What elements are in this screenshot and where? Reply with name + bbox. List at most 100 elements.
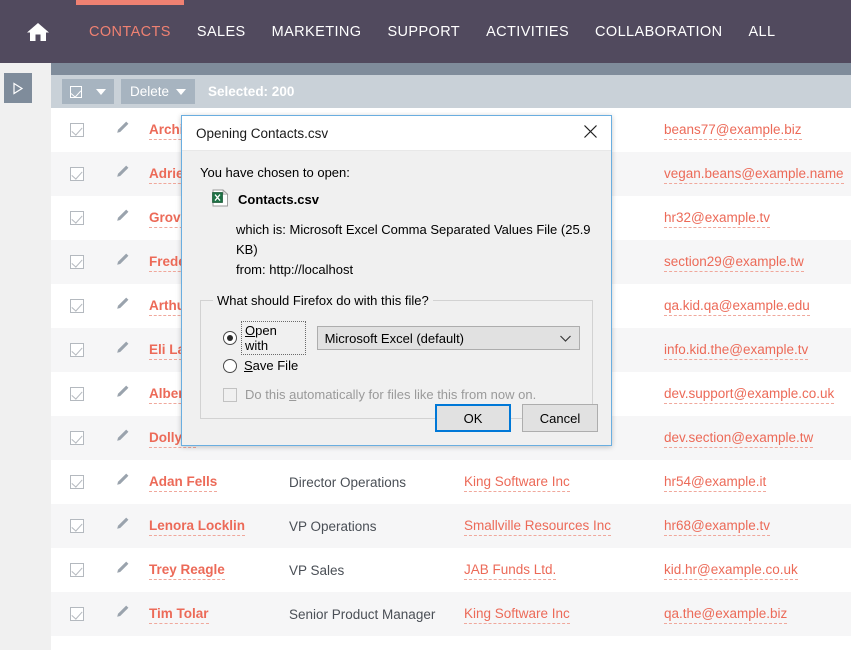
pencil-icon[interactable]	[115, 296, 130, 316]
row-edit-cell[interactable]	[103, 428, 141, 448]
pencil-icon[interactable]	[115, 560, 130, 580]
row-select-cell[interactable]	[51, 563, 103, 577]
row-select-cell[interactable]	[51, 343, 103, 357]
row-company-cell: Smallville Resources Inc	[464, 517, 664, 536]
row-select-cell[interactable]	[51, 475, 103, 489]
pencil-icon[interactable]	[115, 472, 130, 492]
row-select-cell[interactable]	[51, 431, 103, 445]
checkbox-checked-icon[interactable]	[70, 607, 84, 621]
checkbox-checked-icon[interactable]	[70, 255, 84, 269]
top-navigation-bar: CONTACTS SALES MARKETING SUPPORT ACTIVIT…	[0, 0, 851, 63]
pencil-icon[interactable]	[115, 252, 130, 272]
pencil-icon[interactable]	[115, 340, 130, 360]
pencil-icon[interactable]	[115, 604, 130, 624]
auto-handle-label[interactable]: Do this automatically for files like thi…	[245, 387, 536, 402]
nav-item-support[interactable]: SUPPORT	[374, 0, 473, 63]
contact-name-link[interactable]: Tim Tolar	[149, 606, 209, 624]
email-link[interactable]: hr32@example.tv	[664, 210, 771, 228]
table-row[interactable]: Adan Fells Director Operations King Soft…	[51, 460, 851, 504]
row-select-cell[interactable]	[51, 607, 103, 621]
delete-button[interactable]: Delete	[121, 79, 196, 104]
pencil-icon[interactable]	[115, 120, 130, 140]
contact-name-link[interactable]: Trey Reagle	[149, 562, 225, 580]
checkbox-checked-icon[interactable]	[70, 519, 84, 533]
checkbox-checked-icon[interactable]	[70, 167, 84, 181]
select-all-button[interactable]	[62, 79, 114, 104]
row-edit-cell[interactable]	[103, 340, 141, 360]
checkbox-checked-icon[interactable]	[70, 475, 84, 489]
row-edit-cell[interactable]	[103, 384, 141, 404]
row-edit-cell[interactable]	[103, 472, 141, 492]
email-link[interactable]: qa.the@example.biz	[664, 606, 788, 624]
email-link[interactable]: beans77@example.biz	[664, 122, 802, 140]
home-button[interactable]	[0, 0, 76, 63]
auto-handle-checkbox[interactable]	[223, 387, 237, 402]
dialog-file-name: Contacts.csv	[238, 192, 319, 207]
nav-item-contacts[interactable]: CONTACTS	[76, 0, 184, 63]
open-with-radio[interactable]	[223, 331, 237, 345]
application-select[interactable]: Microsoft Excel (default)	[316, 326, 580, 350]
row-edit-cell[interactable]	[103, 516, 141, 536]
close-button[interactable]	[576, 119, 604, 147]
email-link[interactable]: hr68@example.tv	[664, 518, 771, 536]
checkbox-checked-icon[interactable]	[70, 299, 84, 313]
contact-name-link[interactable]: Lenora Locklin	[149, 518, 246, 536]
contact-name-link[interactable]: Adan Fells	[149, 474, 218, 492]
pencil-icon[interactable]	[115, 516, 130, 536]
table-row[interactable]: Trey Reagle VP Sales JAB Funds Ltd. kid.…	[51, 548, 851, 592]
pencil-icon[interactable]	[115, 384, 130, 404]
checkbox-checked-icon[interactable]	[70, 563, 84, 577]
nav-item-collaboration[interactable]: COLLABORATION	[582, 0, 735, 63]
ok-button[interactable]: OK	[435, 404, 511, 432]
row-edit-cell[interactable]	[103, 208, 141, 228]
checkbox-checked-icon[interactable]	[70, 211, 84, 225]
row-edit-cell[interactable]	[103, 120, 141, 140]
email-link[interactable]: qa.kid.qa@example.edu	[664, 298, 810, 316]
row-email-cell: hr54@example.it	[664, 473, 844, 492]
row-select-cell[interactable]	[51, 255, 103, 269]
email-link[interactable]: vegan.beans@example.name	[664, 166, 844, 184]
save-file-label[interactable]: Save File	[244, 358, 298, 373]
row-select-cell[interactable]	[51, 387, 103, 401]
table-row[interactable]: Lenora Locklin VP Operations Smallville …	[51, 504, 851, 548]
email-link[interactable]: kid.hr@example.co.uk	[664, 562, 798, 580]
checkbox-checked-icon[interactable]	[70, 387, 84, 401]
email-link[interactable]: hr54@example.it	[664, 474, 767, 492]
row-select-cell[interactable]	[51, 123, 103, 137]
table-row[interactable]: Tim Tolar Senior Product Manager King So…	[51, 592, 851, 636]
row-select-cell[interactable]	[51, 167, 103, 181]
row-select-cell[interactable]	[51, 519, 103, 533]
company-link[interactable]: Smallville Resources Inc	[464, 518, 612, 536]
nav-item-label: ALL	[748, 23, 776, 40]
row-edit-cell[interactable]	[103, 252, 141, 272]
cancel-button[interactable]: Cancel	[522, 404, 598, 432]
email-link[interactable]: dev.support@example.co.uk	[664, 386, 835, 404]
pencil-icon[interactable]	[115, 208, 130, 228]
open-with-label[interactable]: Open with	[241, 321, 306, 355]
nav-item-marketing[interactable]: MARKETING	[259, 0, 375, 63]
checkbox-checked-icon[interactable]	[70, 431, 84, 445]
row-edit-cell[interactable]	[103, 604, 141, 624]
nav-item-sales[interactable]: SALES	[184, 0, 259, 63]
sidebar-expand-button[interactable]	[4, 73, 32, 103]
pencil-icon[interactable]	[115, 164, 130, 184]
company-link[interactable]: King Software Inc	[464, 606, 570, 624]
checkbox-checked-icon[interactable]	[70, 123, 84, 137]
email-link[interactable]: info.kid.the@example.tv	[664, 342, 809, 360]
row-edit-cell[interactable]	[103, 296, 141, 316]
nav-item-activities[interactable]: ACTIVITIES	[473, 0, 582, 63]
save-file-radio[interactable]	[223, 358, 237, 373]
app-root: CONTACTS SALES MARKETING SUPPORT ACTIVIT…	[0, 0, 851, 650]
pencil-icon[interactable]	[115, 428, 130, 448]
nav-item-all[interactable]: ALL	[735, 0, 788, 63]
email-link[interactable]: section29@example.tw	[664, 254, 804, 272]
row-edit-cell[interactable]	[103, 164, 141, 184]
email-link[interactable]: dev.section@example.tw	[664, 430, 814, 448]
checkbox-checked-icon[interactable]	[70, 343, 84, 357]
company-link[interactable]: King Software Inc	[464, 474, 570, 492]
row-select-cell[interactable]	[51, 211, 103, 225]
company-link[interactable]: JAB Funds Ltd.	[464, 562, 557, 580]
dialog-body: You have chosen to open: Contacts.csv wh…	[182, 151, 611, 419]
row-select-cell[interactable]	[51, 299, 103, 313]
row-edit-cell[interactable]	[103, 560, 141, 580]
